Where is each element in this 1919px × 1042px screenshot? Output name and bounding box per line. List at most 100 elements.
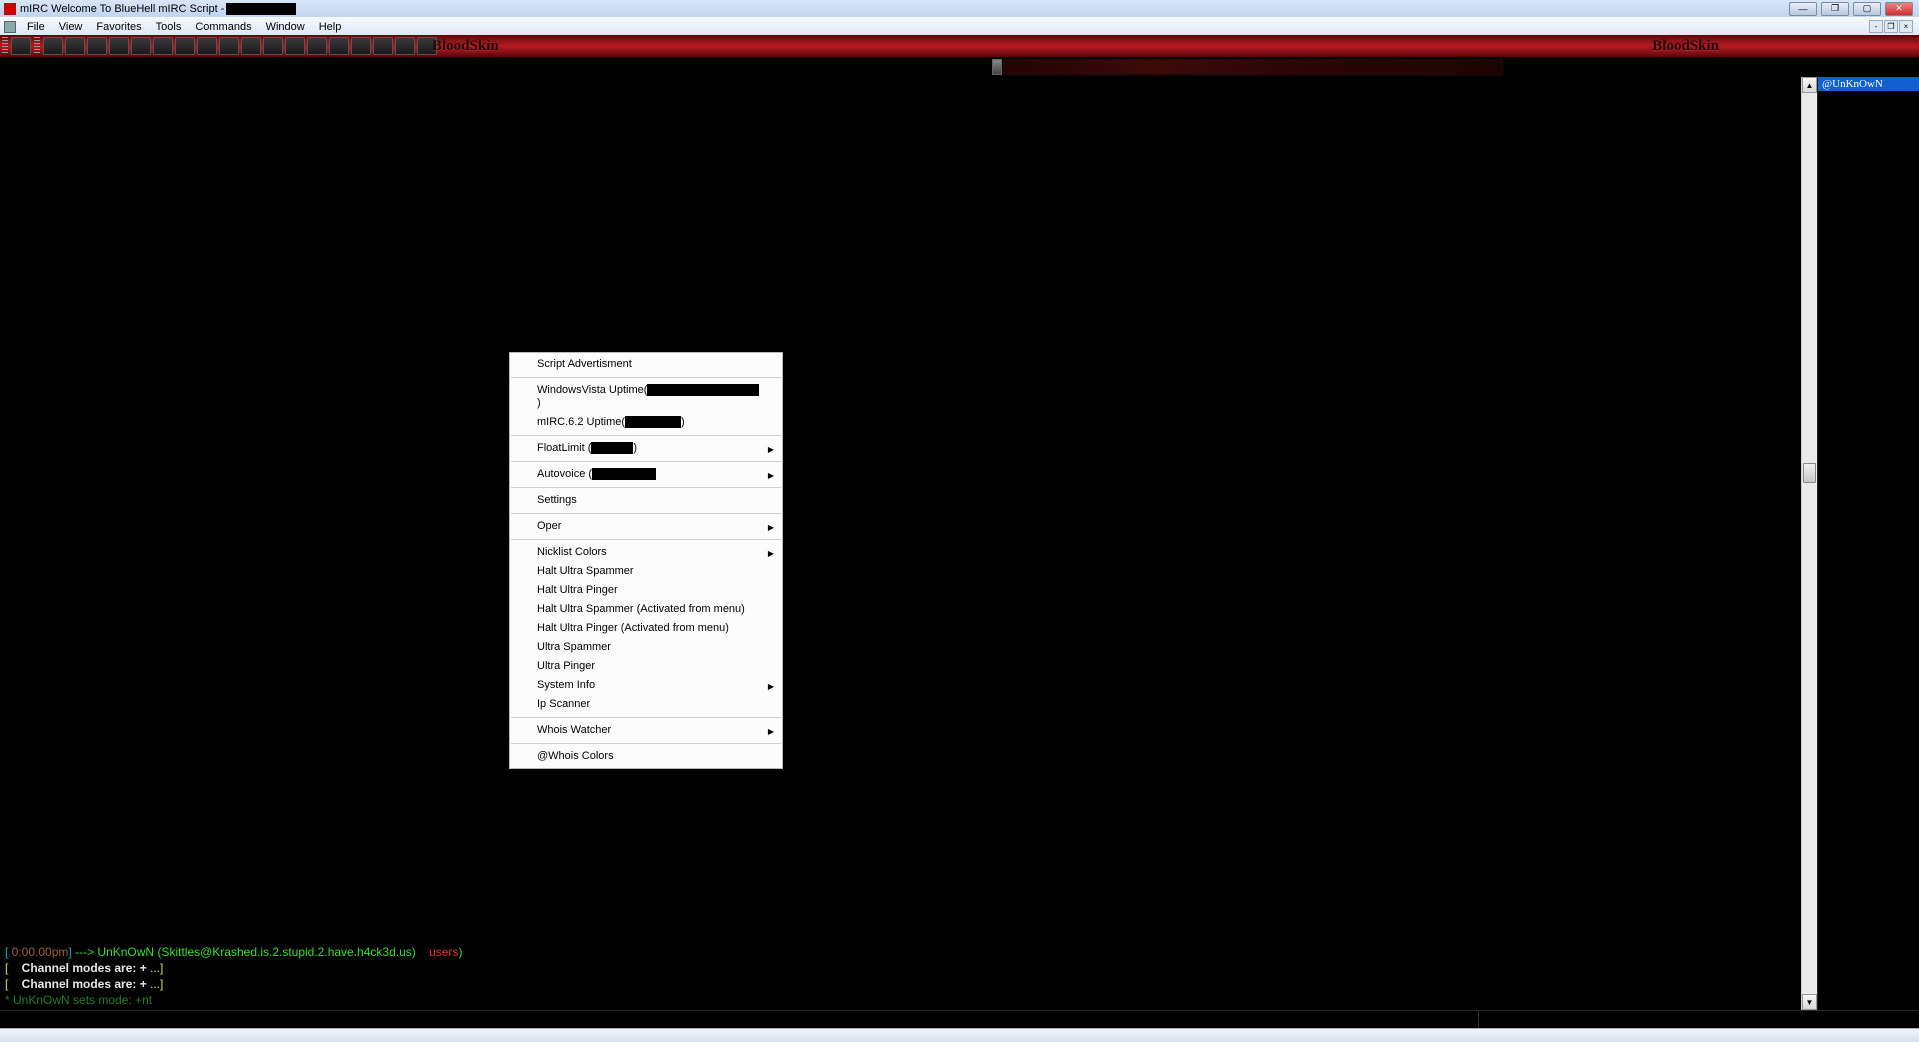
context-menu-item[interactable]: Settings (510, 491, 782, 510)
arrow: ---> (72, 945, 98, 959)
toolbar-button[interactable] (43, 37, 63, 55)
context-menu-item[interactable]: Ultra Pinger (510, 657, 782, 676)
main-area: Script Advertisment WindowsVista Uptime()… (0, 77, 1919, 1010)
context-menu-item[interactable]: Oper▶ (510, 517, 782, 536)
scroll-down-icon[interactable]: ▼ (1802, 994, 1817, 1010)
menu-help[interactable]: Help (312, 21, 349, 33)
modes-text: Channel modes are: + (12, 977, 147, 991)
chat-line: [ 0:00.00pm] ---> UnKnOwN (Skittles@Kras… (5, 944, 1801, 960)
window-title: mIRC Welcome To BlueHell mIRC Script - (20, 3, 224, 15)
menu-view[interactable]: View (52, 21, 90, 33)
toolbar-button[interactable] (109, 37, 129, 55)
menu-separator (511, 461, 781, 462)
context-menu-item[interactable]: Halt Ultra Pinger (510, 581, 782, 600)
toolbar-button[interactable] (329, 37, 349, 55)
toolbar-button[interactable] (197, 37, 217, 55)
menu-separator (511, 377, 781, 378)
context-menu-item[interactable]: WindowsVista Uptime() (510, 381, 782, 413)
toolbar-brand: BloodSkin (432, 38, 499, 55)
bracket: ) (458, 945, 462, 959)
minimize-button[interactable]: — (1789, 2, 1817, 16)
chat-line: [ Channel modes are: + ...] (5, 976, 1801, 992)
scrollbar-vertical[interactable]: ▲ ▼ (1801, 77, 1817, 1010)
menubar: File View Favorites Tools Commands Windo… (0, 17, 1919, 35)
toolbar-button[interactable] (395, 37, 415, 55)
menu-separator (511, 717, 781, 718)
nicklist-item[interactable]: @UnKnOwN (1818, 77, 1919, 91)
menu-separator (511, 487, 781, 488)
submenu-arrow-icon: ▶ (768, 443, 774, 456)
context-menu-item[interactable]: Script Advertisment (510, 355, 782, 374)
menu-window[interactable]: Window (259, 21, 312, 33)
context-menu-item[interactable]: System Info▶ (510, 676, 782, 695)
toolbar-button[interactable] (241, 37, 261, 55)
redacted (625, 416, 681, 428)
menu-separator (511, 435, 781, 436)
mdi-minimize-button[interactable]: - (1869, 20, 1883, 33)
context-menu: Script Advertisment WindowsVista Uptime()… (509, 352, 783, 769)
mode-set: UnKnOwN sets mode: +nt (13, 993, 152, 1007)
mdi-icon[interactable] (4, 21, 16, 33)
toolbar-button[interactable] (373, 37, 393, 55)
toolbar-button[interactable] (87, 37, 107, 55)
context-menu-item[interactable]: Ip Scanner (510, 695, 782, 714)
context-menu-item[interactable]: Ultra Spammer (510, 638, 782, 657)
context-menu-item[interactable]: Autovoice (▶ (510, 465, 782, 484)
context-menu-item[interactable]: mIRC.6.2 Uptime() (510, 413, 782, 432)
chat-log: [ 0:00.00pm] ---> UnKnOwN (Skittles@Kras… (5, 944, 1801, 1008)
switchbar-tab[interactable] (992, 59, 1002, 75)
context-menu-item[interactable]: FloatLimit ()▶ (510, 439, 782, 458)
context-menu-item[interactable]: Nicklist Colors▶ (510, 543, 782, 562)
mdi-controls: - ❐ × (1869, 20, 1919, 33)
chat-line: * UnKnOwN sets mode: +nt (5, 992, 1801, 1008)
toolbar-button[interactable] (263, 37, 283, 55)
toolbar-brand: BloodSkin (1652, 38, 1719, 55)
redacted (592, 468, 656, 480)
context-menu-item[interactable]: Halt Ultra Spammer (510, 562, 782, 581)
window-controls: — ❐ ▢ ✕ (1789, 2, 1919, 16)
scroll-up-icon[interactable]: ▲ (1802, 77, 1817, 93)
mdi-restore-button[interactable]: ❐ (1884, 20, 1898, 33)
toolbar-button[interactable] (219, 37, 239, 55)
toolbar-button[interactable] (307, 37, 327, 55)
menu-commands[interactable]: Commands (188, 21, 258, 33)
context-menu-item[interactable]: @Whois Colors (510, 747, 782, 766)
toolbar-button[interactable] (131, 37, 151, 55)
toolbar-button[interactable] (65, 37, 85, 55)
redacted (647, 384, 759, 396)
switchbar-tab-active[interactable] (1003, 59, 1503, 75)
chat-input[interactable] (0, 1011, 1479, 1028)
submenu-arrow-icon: ▶ (768, 469, 774, 482)
modes-text: Channel modes are: + (12, 961, 147, 975)
toolbar-grip[interactable] (34, 37, 40, 55)
chat-line: [ Channel modes are: + ...] (5, 960, 1801, 976)
maximize-button[interactable]: ▢ (1853, 2, 1881, 16)
menu-file[interactable]: File (20, 21, 52, 33)
toolbar-grip[interactable] (2, 37, 8, 55)
toolbar-button[interactable] (351, 37, 371, 55)
context-menu-item[interactable]: Whois Watcher▶ (510, 721, 782, 740)
toolbar-button[interactable] (285, 37, 305, 55)
submenu-arrow-icon: ▶ (768, 725, 774, 738)
toolbar-button[interactable] (153, 37, 173, 55)
chat-content[interactable]: Script Advertisment WindowsVista Uptime()… (0, 77, 1801, 1010)
menu-separator (511, 539, 781, 540)
restore-button[interactable]: ❐ (1821, 2, 1849, 16)
context-menu-item[interactable]: Halt Ultra Pinger (Activated from menu) (510, 619, 782, 638)
scroll-track[interactable] (1802, 93, 1817, 994)
input-right[interactable] (1479, 1011, 1919, 1028)
close-button[interactable]: ✕ (1885, 2, 1913, 16)
context-menu-item[interactable]: Halt Ultra Spammer (Activated from menu) (510, 600, 782, 619)
host: (Skittles@Krashed.is.2.stupid.2.have.h4c… (157, 945, 415, 959)
toolbar: BloodSkin BloodSkin (0, 35, 1919, 57)
submenu-arrow-icon: ▶ (768, 680, 774, 693)
toolbar-button[interactable] (11, 37, 31, 55)
nicklist[interactable]: @UnKnOwN (1817, 77, 1919, 1010)
chat-area: Script Advertisment WindowsVista Uptime()… (0, 77, 1801, 1010)
window-titlebar: mIRC Welcome To BlueHell mIRC Script - —… (0, 0, 1919, 17)
scroll-thumb[interactable] (1803, 463, 1816, 483)
menu-favorites[interactable]: Favorites (89, 21, 148, 33)
mdi-close-button[interactable]: × (1899, 20, 1913, 33)
menu-tools[interactable]: Tools (149, 21, 189, 33)
toolbar-button[interactable] (175, 37, 195, 55)
